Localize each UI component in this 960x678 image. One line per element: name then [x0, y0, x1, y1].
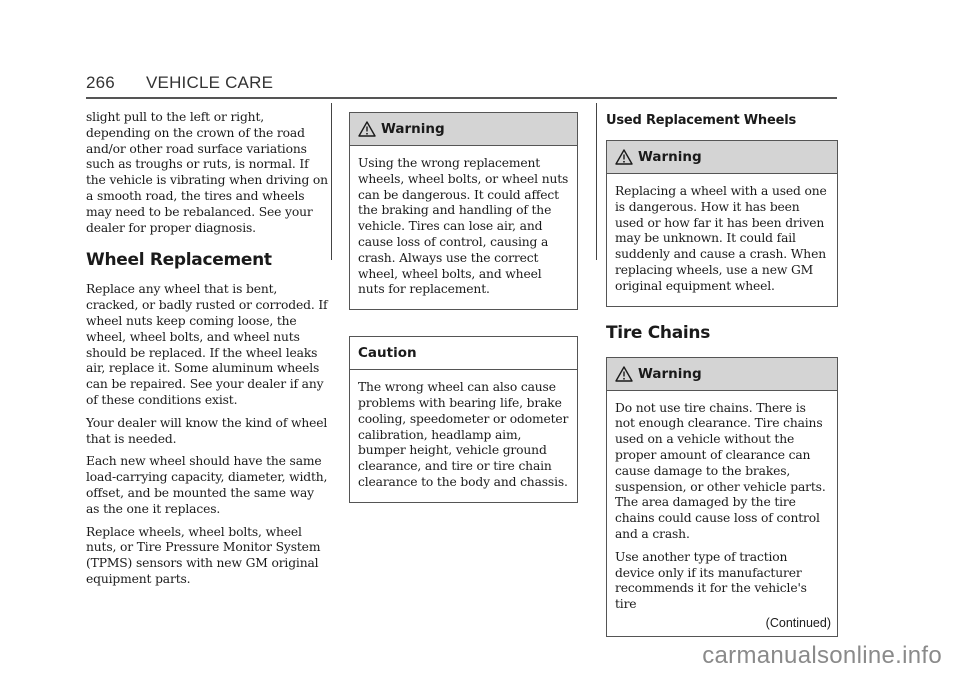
warning-text: Use another type of traction device only… [615, 549, 807, 612]
warning-text: Using the wrong replacement wheels, whee… [358, 156, 569, 297]
warning-triangle-icon [615, 365, 633, 382]
warning-box: Warning Using the wrong replacement whee… [349, 112, 578, 311]
warning-title: Warning [638, 149, 702, 165]
paragraph: Replace any wheel that is bent, cracked,… [86, 282, 328, 407]
column-divider [331, 103, 332, 260]
page-number: 266 [86, 73, 115, 92]
paragraph: Each new wheel should have the same load… [86, 454, 328, 516]
warning-title: Warning [381, 121, 445, 137]
paragraph: Replace wheels, wheel bolts, wheel nuts,… [86, 524, 321, 586]
column-3: Used Replacement Wheels Warning Replacin… [606, 111, 838, 663]
page-header: 266 VEHICLE CARE [86, 70, 837, 99]
caution-text: The wrong wheel can also cause problems … [358, 380, 569, 489]
caution-box: Caution The wrong wheel can also cause p… [349, 336, 578, 503]
header-rule [86, 97, 837, 99]
caution-title: Caution [358, 345, 417, 362]
subsection-heading: Used Replacement Wheels [606, 113, 797, 128]
section-title: VEHICLE CARE [146, 73, 274, 92]
paragraph: Your dealer will know the kind of wheel … [86, 415, 328, 446]
column-2: Warning Using the wrong replacement whee… [349, 112, 578, 529]
warning-triangle-icon [358, 121, 376, 137]
warning-header: Warning [607, 141, 837, 174]
warning-header: Warning [350, 113, 577, 146]
watermark: carmanualsonline.info [702, 642, 942, 669]
column-divider [596, 103, 597, 260]
warning-text: Do not use tire chains. There is not eno… [615, 400, 826, 541]
warning-box: Warning Do not use tire chains. There is… [606, 356, 838, 637]
warning-box: Warning Replacing a wheel with a used on… [606, 140, 838, 307]
continued-label: (Continued) [765, 615, 831, 630]
caution-header: Caution [350, 337, 577, 371]
warning-title: Warning [638, 365, 702, 382]
warning-header: Warning [607, 357, 837, 391]
column-1: slight pull to the left or right, depend… [86, 110, 328, 595]
warning-text: Replacing a wheel with a used one is dan… [615, 184, 827, 293]
section-heading: Wheel Replacement [86, 250, 272, 271]
warning-triangle-icon [615, 149, 633, 165]
intro-paragraph: slight pull to the left or right, depend… [86, 110, 328, 235]
section-heading: Tire Chains [606, 322, 711, 343]
